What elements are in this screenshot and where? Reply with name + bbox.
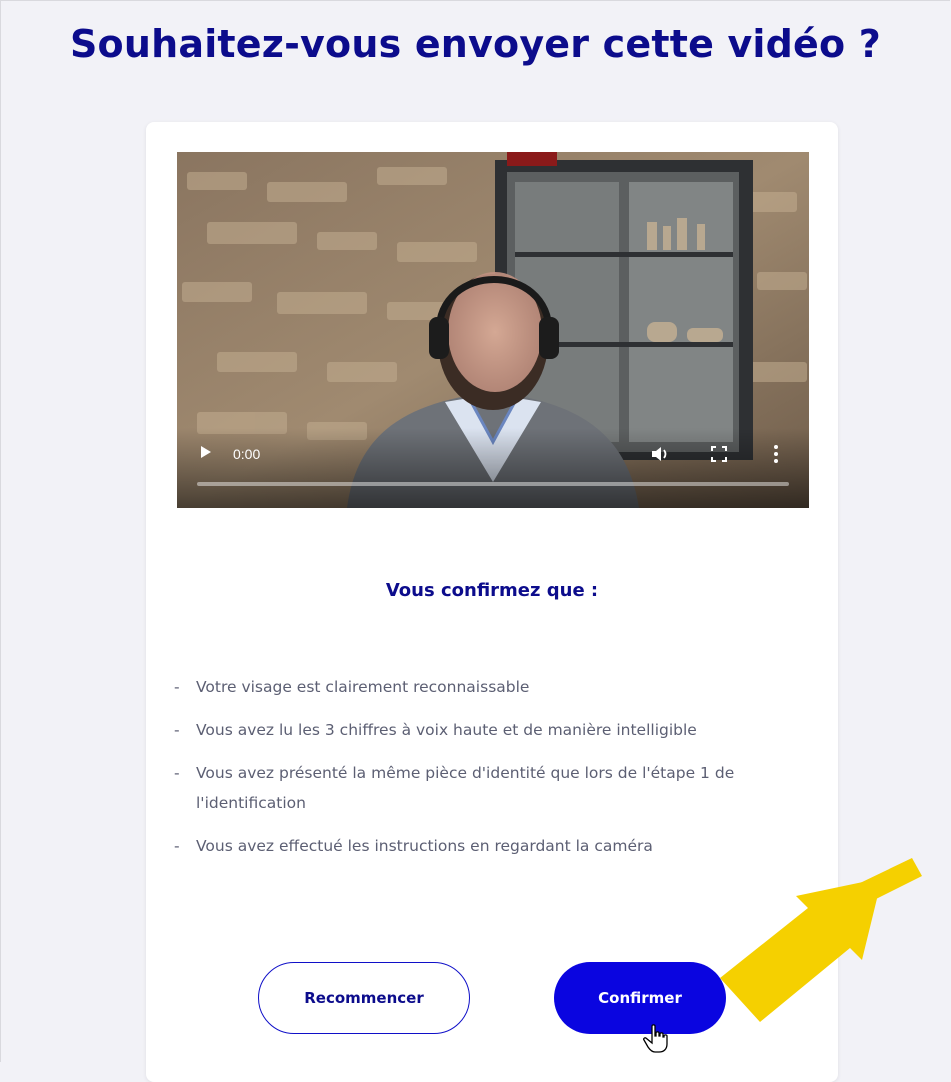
more-options-icon[interactable]: [773, 444, 779, 464]
video-controls: 0:00: [177, 428, 809, 508]
checklist-item-text: Votre visage est clairement reconnaissab…: [196, 678, 530, 696]
checklist-item-text: Vous avez présenté la même pièce d'ident…: [196, 764, 735, 812]
play-icon[interactable]: [201, 446, 211, 458]
checklist-item-text: Vous avez effectué les instructions en r…: [196, 837, 653, 855]
checklist-item: - Vous avez lu les 3 chiffres à voix haut…: [174, 721, 697, 739]
checklist-item: - Votre visage est clairement reconnaissa…: [174, 678, 530, 696]
confirm-heading: Vous confirmez que :: [385, 580, 599, 601]
video-player[interactable]: 0:00: [177, 152, 809, 508]
fullscreen-icon[interactable]: [711, 446, 727, 462]
confirm-checklist: - Votre visage est clairement reconnaissa…: [174, 672, 814, 874]
checklist-item-text: Vous avez lu les 3 chiffres à voix haute…: [196, 721, 697, 739]
page-title: Souhaitez-vous envoyer cette vidéo ?: [69, 22, 882, 66]
checklist-item: - Vous avez présenté la même pièce d'iden…: [174, 764, 735, 812]
volume-icon[interactable]: [651, 446, 671, 462]
video-progress-bar[interactable]: [197, 482, 789, 486]
confirm-button[interactable]: Confirmer: [554, 962, 726, 1034]
restart-button[interactable]: Recommencer: [258, 962, 470, 1034]
video-time: 0:00: [233, 446, 261, 462]
hand-cursor-icon: [643, 1024, 668, 1053]
annotation-arrow-icon: [720, 858, 922, 1022]
